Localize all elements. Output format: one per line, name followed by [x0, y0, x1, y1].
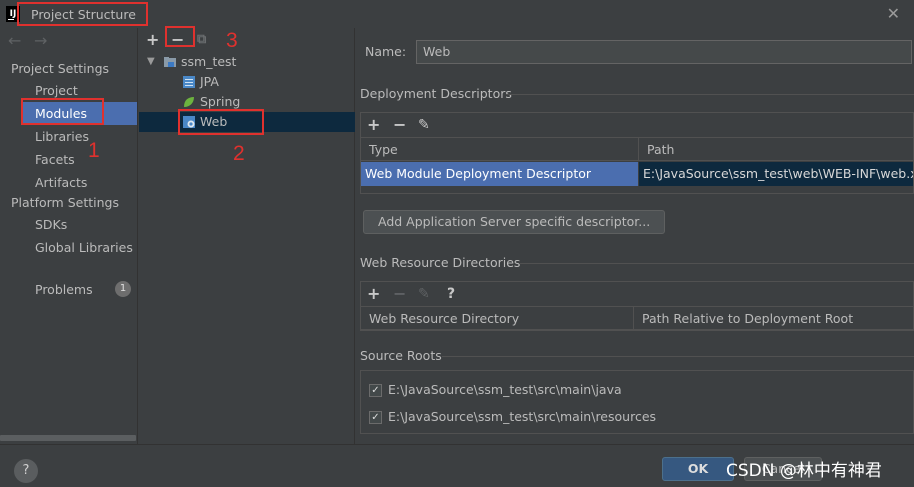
remove-descriptor-button[interactable]: −	[393, 117, 406, 133]
name-label: Name:	[365, 44, 407, 59]
column-header-path[interactable]: Path	[639, 137, 913, 161]
help-question-icon[interactable]: ?	[447, 286, 455, 302]
section-divider	[520, 263, 914, 264]
platform-settings-header: Platform Settings	[11, 195, 119, 210]
annotation-box-web	[178, 109, 264, 135]
add-server-descriptor-button[interactable]: Add Application Server specific descript…	[363, 210, 666, 234]
nav-item-libraries[interactable]: Libraries	[22, 125, 137, 148]
jpa-facet-icon	[183, 76, 195, 88]
source-roots-title: Source Roots	[360, 348, 442, 363]
section-divider	[442, 356, 914, 357]
help-button[interactable]: ?	[14, 459, 38, 483]
annotation-box-title	[17, 2, 148, 26]
annotation-number-2: 2	[233, 142, 245, 165]
ok-button[interactable]: OK	[662, 457, 734, 481]
annotation-box-remove	[165, 26, 195, 47]
add-module-button[interactable]: +	[146, 32, 159, 48]
edit-resource-pencil-icon[interactable]: ✎	[418, 286, 430, 302]
source-roots-list: ✓ E:\JavaSource\ssm_test\src\main\java ✓…	[360, 370, 914, 434]
chevron-down-icon[interactable]: ▼	[147, 52, 155, 72]
web-resource-directories-title: Web Resource Directories	[360, 255, 521, 270]
tree-item-ssm-test[interactable]: ▼ ssm_test	[139, 52, 355, 72]
forward-arrow-icon[interactable]: →	[34, 31, 47, 50]
problems-count-badge: 1	[115, 281, 131, 297]
spring-leaf-icon	[184, 97, 194, 107]
source-root-resources-path: E:\JavaSource\ssm_test\src\main\resource…	[388, 409, 657, 424]
web-resource-directories-table: + − ✎ ? Web Resource Directory Path Rela…	[360, 281, 914, 331]
nav-item-global-libraries[interactable]: Global Libraries	[22, 236, 137, 259]
settings-nav: ← → Project Settings Project Modules Lib…	[0, 28, 138, 444]
add-resource-button[interactable]: +	[367, 286, 380, 302]
module-details-panel: Name: Web Deployment Descriptors + − ✎ T…	[356, 28, 914, 444]
column-header-path-relative[interactable]: Path Relative to Deployment Root	[634, 306, 913, 330]
module-name-input[interactable]: Web	[416, 40, 912, 64]
deployment-descriptors-title: Deployment Descriptors	[360, 86, 512, 101]
annotation-box-modules	[21, 98, 104, 125]
module-folder-icon	[164, 57, 176, 67]
deployment-descriptors-table: + − ✎ Type Path Web Module Deployment De…	[360, 112, 914, 194]
descriptor-row-path[interactable]: E:\JavaSource\ssm_test\web\WEB-INF\web.x…	[639, 162, 913, 186]
annotation-number-3: 3	[226, 29, 238, 52]
back-arrow-icon[interactable]: ←	[8, 31, 21, 50]
add-descriptor-button[interactable]: +	[367, 117, 380, 133]
project-settings-header: Project Settings	[11, 61, 110, 76]
source-root-java-checkbox[interactable]: ✓	[369, 384, 382, 397]
annotation-number-1: 1	[88, 139, 100, 162]
section-divider	[506, 94, 914, 95]
tree-item-jpa[interactable]: JPA	[139, 72, 355, 92]
nav-item-facets[interactable]: Facets	[22, 148, 137, 171]
nav-item-sdks[interactable]: SDKs	[22, 213, 137, 236]
remove-resource-button[interactable]: −	[393, 286, 406, 302]
nav-item-artifacts[interactable]: Artifacts	[22, 171, 137, 194]
nav-scrollbar[interactable]	[0, 435, 136, 441]
copy-module-icon[interactable]: ⧉	[197, 32, 206, 48]
close-icon[interactable]: ✕	[887, 4, 900, 23]
source-root-resources-checkbox[interactable]: ✓	[369, 411, 382, 424]
csdn-watermark: CSDN @林中有神君	[726, 461, 882, 481]
source-root-java-path: E:\JavaSource\ssm_test\src\main\java	[388, 382, 622, 397]
module-tree-panel: + − ⧉ ▼ ssm_test JPA Spring Web	[139, 28, 355, 444]
descriptor-row-type[interactable]: Web Module Deployment Descriptor	[361, 162, 638, 186]
edit-descriptor-pencil-icon[interactable]: ✎	[418, 117, 430, 133]
